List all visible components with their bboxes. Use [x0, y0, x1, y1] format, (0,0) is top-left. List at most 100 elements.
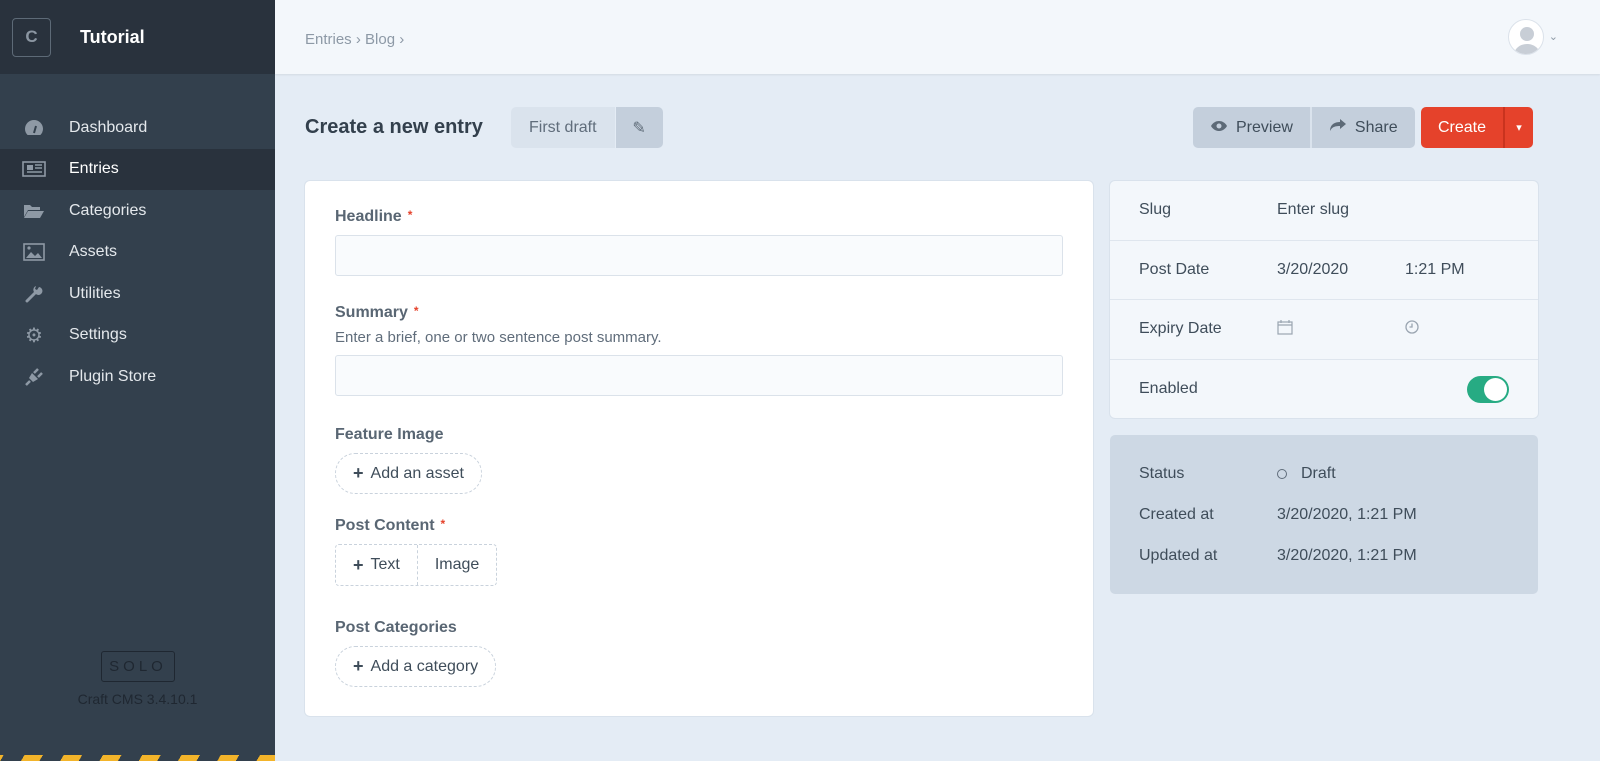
entry-meta-panel: Slug Enter slug Post Date 3/20/2020 1:21 PM… [1110, 181, 1538, 418]
field-summary: Summary * Enter a brief, one or two sente… [335, 304, 1063, 396]
create-menu-button[interactable]: ▾ [1503, 107, 1534, 148]
share-icon [1329, 118, 1347, 137]
folder-open-icon [22, 203, 46, 219]
version-text: Craft CMS 3.4.10.1 [77, 691, 198, 707]
nav-label: Plugin Store [69, 367, 157, 385]
pencil-icon: ✎ [632, 119, 646, 137]
preview-label: Preview [1236, 118, 1293, 136]
field-feature-image: Feature Image + Add an asset [335, 426, 482, 494]
nav-label: Settings [69, 326, 127, 344]
field-label: Headline [335, 208, 402, 225]
nav-item-dashboard[interactable]: Dashboard [0, 107, 275, 149]
breadcrumb-blog[interactable]: Blog [365, 31, 395, 48]
field-post-content: Post Content * + Text Image [335, 517, 498, 586]
headline-input[interactable] [335, 235, 1063, 276]
block-type-buttons: + Text Image [335, 544, 498, 586]
newspaper-icon [22, 161, 46, 178]
field-label: Post Content [335, 517, 435, 534]
clock-icon [1405, 320, 1419, 334]
chevron-down-icon[interactable]: ⌄ [1549, 30, 1558, 43]
breadcrumb: Entries › Blog › [305, 31, 405, 48]
field-headline: Headline * [335, 208, 1063, 276]
created-value: 3/20/2020, 1:21 PM [1277, 505, 1417, 523]
add-category-button[interactable]: + Add a category [335, 646, 497, 687]
expiry-date-input[interactable] [1277, 319, 1405, 340]
button-label: Add an asset [370, 464, 464, 482]
nav-item-plugin-store[interactable]: Plugin Store [0, 356, 275, 398]
page-title: Create a new entry [305, 116, 483, 138]
required-indicator: * [407, 208, 413, 222]
post-time-input[interactable]: 1:21 PM [1405, 261, 1533, 279]
add-asset-button[interactable]: + Add an asset [335, 453, 482, 494]
sidebar: C Tutorial Dashboard Entries Categories … [0, 0, 275, 761]
nav-item-settings[interactable]: ⚙ Settings [0, 315, 275, 357]
field-post-categories: Post Categories + Add a category [335, 619, 497, 687]
calendar-icon [1277, 319, 1293, 335]
slug-input[interactable]: Enter slug [1277, 201, 1517, 219]
gear-icon: ⚙ [25, 324, 43, 347]
site-name[interactable]: Tutorial [80, 27, 145, 48]
field-label: Post Categories [335, 619, 457, 636]
eye-icon [1210, 119, 1228, 137]
nav-label: Dashboard [69, 118, 148, 136]
share-button[interactable]: Share [1309, 107, 1415, 148]
create-button[interactable]: Create [1421, 107, 1504, 148]
updated-row: Updated at 3/20/2020, 1:21 PM [1110, 535, 1538, 576]
draft-label: First draft [511, 107, 615, 148]
nav-item-categories[interactable]: Categories [0, 190, 275, 232]
slug-row: Slug Enter slug [1110, 181, 1538, 241]
add-image-block-button[interactable]: Image [416, 545, 496, 585]
image-icon [22, 243, 46, 262]
summary-textarea[interactable] [335, 355, 1063, 396]
info-label: Updated at [1139, 546, 1218, 564]
post-date-row: Post Date 3/20/2020 1:21 PM [1110, 241, 1538, 300]
expiry-time-input[interactable] [1405, 320, 1533, 339]
site-header: C Tutorial [0, 0, 275, 74]
edit-draft-button[interactable]: ✎ [614, 107, 663, 148]
meta-label: Expiry Date [1139, 320, 1222, 338]
main-nav: Dashboard Entries Categories Assets Util… [0, 107, 275, 398]
meta-label: Slug [1139, 201, 1172, 219]
status-value: Draft [1301, 464, 1336, 482]
entry-info-panel: Status Draft Created at 3/20/2020, 1:21 PM… [1110, 435, 1538, 594]
draft-name: First draft ✎ [511, 107, 663, 148]
info-label: Status [1139, 464, 1185, 482]
nav-label: Entries [69, 160, 119, 178]
share-label: Share [1354, 118, 1398, 136]
required-indicator: * [440, 517, 446, 531]
created-row: Created at 3/20/2020, 1:21 PM [1110, 494, 1538, 535]
preview-button[interactable]: Preview [1193, 107, 1310, 148]
breadcrumb-entries[interactable]: Entries [305, 31, 352, 48]
nav-label: Categories [69, 201, 147, 219]
nav-label: Assets [69, 243, 118, 261]
plus-icon: + [353, 463, 364, 483]
field-instructions: Enter a brief, one or two sentence post … [335, 329, 662, 346]
nav-label: Utilities [69, 284, 121, 302]
site-logo[interactable]: C [12, 17, 51, 57]
info-label: Created at [1139, 505, 1214, 523]
nav-item-entries[interactable]: Entries [0, 148, 275, 190]
plus-icon: + [353, 656, 364, 676]
enabled-toggle[interactable] [1467, 375, 1509, 403]
status-indicator-icon [1277, 468, 1287, 479]
gauge-icon [22, 119, 46, 137]
updated-value: 3/20/2020, 1:21 PM [1277, 546, 1417, 564]
top-bar: Entries › Blog › ⌄ [275, 0, 1600, 74]
edition-badge[interactable]: SOLO [101, 651, 175, 682]
avatar[interactable] [1508, 19, 1544, 55]
post-date-input[interactable]: 3/20/2020 [1277, 261, 1405, 279]
add-text-block-button[interactable]: + Text [336, 545, 417, 585]
field-label: Summary [335, 304, 408, 321]
enabled-row: Enabled [1110, 360, 1538, 420]
nav-item-assets[interactable]: Assets [0, 232, 275, 274]
field-label: Feature Image [335, 426, 444, 443]
chevron-down-icon: ▾ [1516, 122, 1522, 134]
meta-label: Enabled [1139, 380, 1198, 398]
status-row: Status Draft [1110, 453, 1538, 494]
nav-item-utilities[interactable]: Utilities [0, 273, 275, 315]
entry-form: Headline * Summary * Enter a brief, one or… [305, 181, 1093, 716]
preview-share-group: Preview Share [1193, 107, 1415, 148]
meta-label: Post Date [1139, 260, 1210, 278]
expiry-date-row: Expiry Date [1110, 300, 1538, 360]
dev-mode-stripes [0, 755, 275, 761]
